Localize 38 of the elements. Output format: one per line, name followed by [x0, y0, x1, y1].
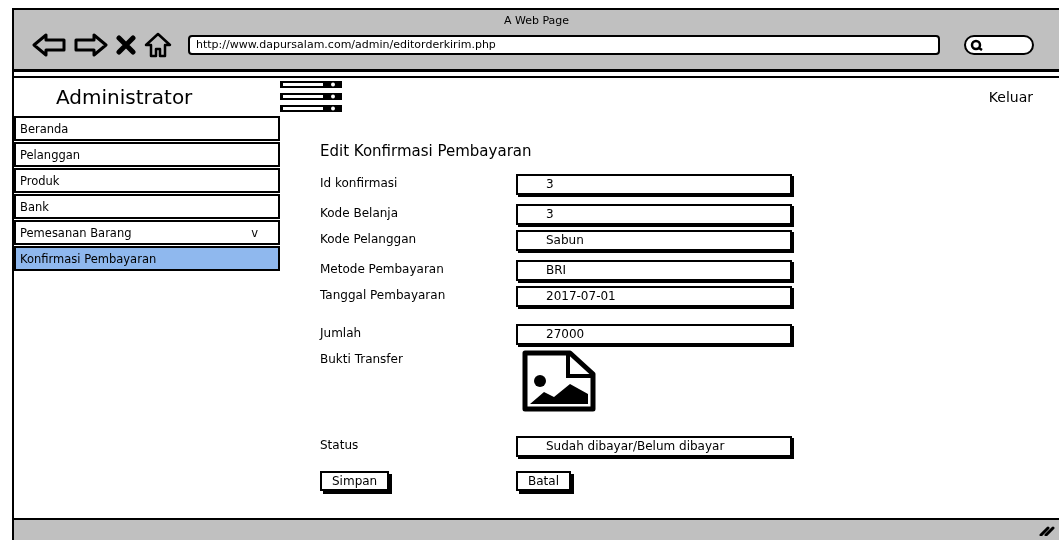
- input-field[interactable]: BRI: [516, 260, 792, 281]
- sidebar-item[interactable]: Pelanggan: [14, 142, 280, 167]
- close-icon[interactable]: [116, 35, 136, 55]
- address-field[interactable]: http://www.dapursalam.com/admin/editorderkirim.php: [188, 35, 940, 55]
- sidebar-item[interactable]: Konfirmasi Pembayaran: [14, 246, 280, 271]
- field-label: Jumlah: [320, 325, 363, 340]
- form-button[interactable]: Batal: [516, 471, 571, 491]
- input-field[interactable]: 3: [516, 174, 792, 195]
- sidebar-item[interactable]: Pemesanan Barang v: [14, 220, 280, 245]
- logout-link[interactable]: Keluar: [988, 89, 1033, 105]
- field-label: Id konfirmasi: [320, 175, 399, 190]
- input-field[interactable]: Sudah dibayar/Belum dibayar: [516, 436, 792, 457]
- input-field[interactable]: 3: [516, 204, 792, 225]
- field-label: Bukti Transfer: [320, 351, 404, 366]
- caret-icon: v: [251, 225, 258, 240]
- form-title: Edit Konfirmasi Pembayaran: [320, 142, 533, 160]
- field-label: Kode Belanja: [320, 205, 400, 220]
- menu-icon[interactable]: [279, 80, 343, 114]
- search-field[interactable]: [964, 35, 1034, 55]
- sidebar-item[interactable]: Beranda: [14, 116, 280, 141]
- field-label: Metode Pembayaran: [320, 261, 445, 276]
- home-icon[interactable]: [144, 32, 172, 58]
- search-icon: [970, 39, 984, 51]
- image-file-icon: [522, 350, 596, 412]
- input-field[interactable]: Sabun: [516, 230, 792, 251]
- form-button[interactable]: Simpan: [320, 471, 390, 491]
- field-label: Status: [320, 437, 360, 452]
- back-arrow-icon[interactable]: [32, 33, 66, 57]
- window-title: A Web Page: [502, 14, 571, 27]
- input-field[interactable]: 27000: [516, 324, 792, 345]
- input-field[interactable]: 2017-07-01: [516, 286, 792, 307]
- field-label: Kode Pelanggan: [320, 231, 418, 246]
- sidebar-item[interactable]: Bank: [14, 194, 280, 219]
- resize-grip-icon[interactable]: [1039, 524, 1055, 536]
- forward-arrow-icon[interactable]: [74, 33, 108, 57]
- brand-title: Administrator: [56, 85, 194, 109]
- sidebar-item[interactable]: Produk: [14, 168, 280, 193]
- field-label: Tanggal Pembayaran: [320, 287, 447, 302]
